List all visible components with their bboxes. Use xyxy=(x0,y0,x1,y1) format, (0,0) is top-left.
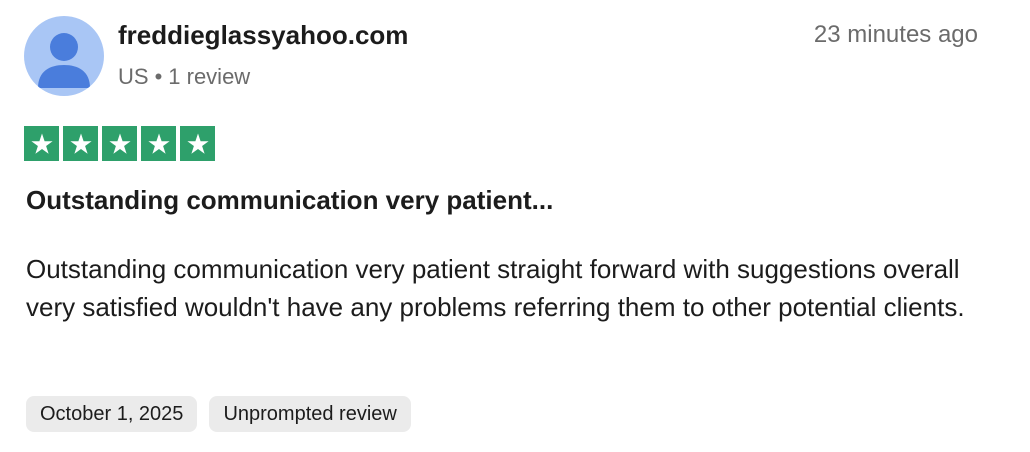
star-2 xyxy=(63,126,98,161)
unprompted-review-badge[interactable]: Unprompted review xyxy=(209,396,411,432)
avatar[interactable] xyxy=(24,16,104,96)
review-body: Outstanding communication very patient s… xyxy=(26,254,965,322)
star-icon xyxy=(186,133,209,154)
star-1 xyxy=(24,126,59,161)
star-4 xyxy=(141,126,176,161)
meta-separator: • xyxy=(154,64,163,89)
star-5 xyxy=(180,126,215,161)
star-3 xyxy=(102,126,137,161)
star-icon xyxy=(147,133,170,154)
reviewer-country: US xyxy=(118,64,149,89)
star-icon xyxy=(69,133,92,154)
star-icon xyxy=(108,133,131,154)
reviewer-review-count: 1 review xyxy=(168,64,251,89)
review-card: freddieglassyahoo.com US • 1 review 23 min… xyxy=(0,0,1030,452)
review-timestamp: 23 minutes ago xyxy=(813,21,978,48)
reviewer-name-link[interactable]: freddieglassyahoo.com xyxy=(118,18,408,52)
review-tags: October 1, 2025 Unprompted review xyxy=(26,396,411,432)
star-rating xyxy=(24,126,215,161)
user-silhouette-icon xyxy=(24,16,104,96)
review-title[interactable]: Outstanding communication very patient..… xyxy=(26,182,553,218)
star-icon xyxy=(30,133,53,154)
reviewer-meta: US • 1 review xyxy=(118,62,250,92)
experience-date-badge: October 1, 2025 xyxy=(26,396,198,432)
